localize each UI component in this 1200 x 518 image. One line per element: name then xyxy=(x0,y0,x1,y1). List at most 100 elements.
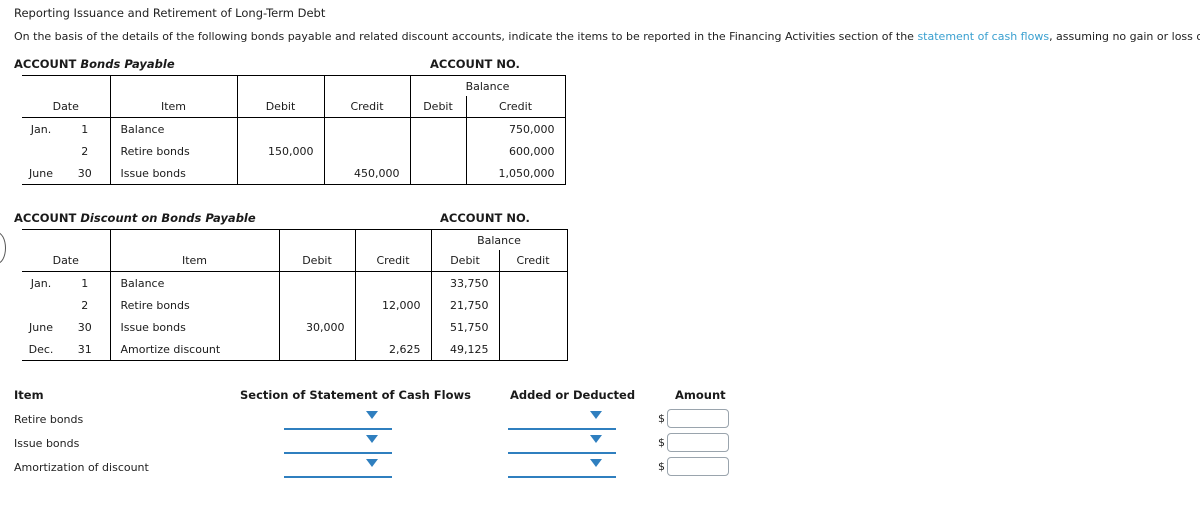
table-row: June 30 Issue bonds 450,000 1,050,000 xyxy=(22,162,566,185)
ledger1-r2-bal-debit xyxy=(410,162,466,185)
ledger2-r0-bal-debit: 33,750 xyxy=(450,276,489,290)
ledger1-r2-item: Issue bonds xyxy=(109,162,237,185)
ledger2-col-credit: Credit xyxy=(354,250,432,272)
ledger2-r0-day: 1 xyxy=(81,276,89,290)
ledger1-r0-day: 1 xyxy=(81,122,89,136)
ledger1-r0-item: Balance xyxy=(109,117,237,140)
ledger1-col-credit: Credit xyxy=(323,96,411,118)
ledger2-col-date: Date xyxy=(22,250,110,272)
ledger1-account-name: Bonds Payable xyxy=(80,57,175,71)
ledger2-r0-month: Jan. xyxy=(30,276,52,290)
ledger2-r3-bal-credit xyxy=(498,338,568,361)
instructions-pre: On the basis of the details of the follo… xyxy=(14,30,918,43)
ledger2-r1-month xyxy=(22,294,60,316)
ledger2-account-name: Discount on Bonds Payable xyxy=(80,211,256,225)
answers-header-added: Added or Deducted xyxy=(510,388,636,402)
ledger1-r1-bal-debit xyxy=(410,140,466,162)
chevron-down-icon xyxy=(590,411,602,419)
ledger1-r0-credit xyxy=(323,117,411,140)
chevron-down-icon xyxy=(366,435,378,443)
answers-row-0-label: Retire bonds xyxy=(14,413,84,426)
ledger1-table: Balance Date Item Debit Credit Debit Cre… xyxy=(22,75,566,185)
ledger1-r0-bal-debit xyxy=(410,118,466,141)
ledger2-r1-bal-debit: 21,750 xyxy=(450,298,489,312)
ledger2-r3-bal-debit: 49,125 xyxy=(431,338,499,361)
chevron-down-icon xyxy=(366,411,378,419)
ledger2-balance-banner-row: Balance xyxy=(22,229,568,250)
ledger2-account-label: ACCOUNT xyxy=(14,211,77,225)
added-deducted-select-2[interactable] xyxy=(508,456,616,478)
ledger1-account-heading: ACCOUNT Bonds Payable xyxy=(14,57,175,71)
amount-field-0-wrapper: $ xyxy=(658,409,738,429)
section-select-1[interactable] xyxy=(284,432,392,454)
ledger1-account-no-label: ACCOUNT NO. xyxy=(430,57,520,71)
ledger2-r3-day: 31 xyxy=(60,338,110,361)
ledger1-r2-month: June xyxy=(22,162,60,185)
amount-input-2[interactable] xyxy=(667,457,729,476)
ledger1-r0-debit xyxy=(236,117,324,140)
ledger2-r1-bal-credit xyxy=(498,294,568,316)
ledger1-r2-credit: 450,000 xyxy=(323,162,411,185)
ledger2-r2-month: June xyxy=(29,320,53,334)
page-title: Reporting Issuance and Retirement of Lon… xyxy=(14,6,326,20)
answers-row-1-label: Issue bonds xyxy=(14,437,80,450)
added-deducted-select-0[interactable] xyxy=(508,408,616,430)
table-row: Jan. 1 Balance 750,000 xyxy=(22,117,566,141)
ledger1-r0-month: Jan. xyxy=(30,122,52,136)
table-row: Jan. 1 Balance 33,750 xyxy=(22,271,568,294)
ledger2-r0-credit xyxy=(354,271,432,294)
ledger1-account-label: ACCOUNT xyxy=(14,57,77,71)
amount-field-1-wrapper: $ xyxy=(658,433,738,453)
ledger1-header-row: Date Item Debit Credit Debit Credit xyxy=(22,96,566,118)
ledger1-balance-banner-row: Balance xyxy=(22,75,566,96)
ledger1-col-debit: Debit xyxy=(236,96,324,118)
ledger1-balance-label: Balance xyxy=(410,75,566,96)
ledger1-r1-credit xyxy=(323,140,411,162)
ledger2-r3-credit: 2,625 xyxy=(354,338,432,361)
ledger2-table: Balance Date Item Debit Credit Debit Cre… xyxy=(22,229,568,361)
amount-input-0[interactable] xyxy=(667,409,729,428)
section-select-0[interactable] xyxy=(284,408,392,430)
ledger2-r3-month: Dec. xyxy=(22,338,60,361)
ledger1-r2-bal-credit: 1,050,000 xyxy=(465,162,566,185)
ledger2-r0-item: Balance xyxy=(109,271,279,294)
ledger2-r2-bal-debit: 51,750 xyxy=(450,320,489,334)
instructions-text: On the basis of the details of the follo… xyxy=(14,30,1200,43)
ledger2-r2-day: 30 xyxy=(77,320,92,334)
ledger1-col-date: Date xyxy=(22,96,110,118)
ledger2-account-no-label: ACCOUNT NO. xyxy=(440,211,530,225)
ledger2-r2-bal-credit xyxy=(498,316,568,338)
table-row: 2 Retire bonds 12,000 21,750 xyxy=(22,294,568,316)
table-row: June 30 Issue bonds 30,000 51,750 xyxy=(22,316,568,338)
worksheet-page: Reporting Issuance and Retirement of Lon… xyxy=(0,0,1200,518)
chevron-down-icon xyxy=(590,459,602,467)
instructions-post: , assuming no gain or loss on retiring t… xyxy=(1049,30,1200,43)
currency-symbol: $ xyxy=(658,412,665,425)
added-deducted-select-1[interactable] xyxy=(508,432,616,454)
ledger1-col-bal-credit: Credit xyxy=(465,96,566,118)
chevron-down-icon xyxy=(366,459,378,467)
currency-symbol: $ xyxy=(658,460,665,473)
answers-header-item: Item xyxy=(14,388,44,402)
ledger1-col-bal-debit: Debit xyxy=(410,96,466,118)
ledger2-col-debit: Debit xyxy=(278,250,355,272)
statement-of-cash-flows-link[interactable]: statement of cash flows xyxy=(917,30,1049,43)
ledger2-col-bal-debit: Debit xyxy=(431,250,499,272)
ledger2-col-bal-credit: Credit xyxy=(498,250,568,272)
amount-field-2-wrapper: $ xyxy=(658,457,738,477)
ledger1-r1-bal-credit: 600,000 xyxy=(465,140,566,162)
ledger2-account-heading: ACCOUNT Discount on Bonds Payable xyxy=(14,211,256,225)
amount-input-1[interactable] xyxy=(667,433,729,452)
ledger1-r1-month xyxy=(22,140,60,162)
ledger1-r1-debit: 150,000 xyxy=(236,140,324,162)
answers-header-section: Section of Statement of Cash Flows xyxy=(240,388,471,402)
ledger2-r2-item: Issue bonds xyxy=(109,316,279,338)
section-select-2[interactable] xyxy=(284,456,392,478)
ledger1-r0-bal-credit: 750,000 xyxy=(465,117,566,140)
ledger2-balance-label: Balance xyxy=(431,229,568,250)
table-row: 2 Retire bonds 150,000 600,000 xyxy=(22,140,566,162)
ledger2-r0-debit xyxy=(278,271,355,294)
ledger2-r1-day: 2 xyxy=(81,298,89,312)
ledger1-r2-debit xyxy=(236,162,324,185)
ledger2-r1-credit: 12,000 xyxy=(354,294,432,316)
